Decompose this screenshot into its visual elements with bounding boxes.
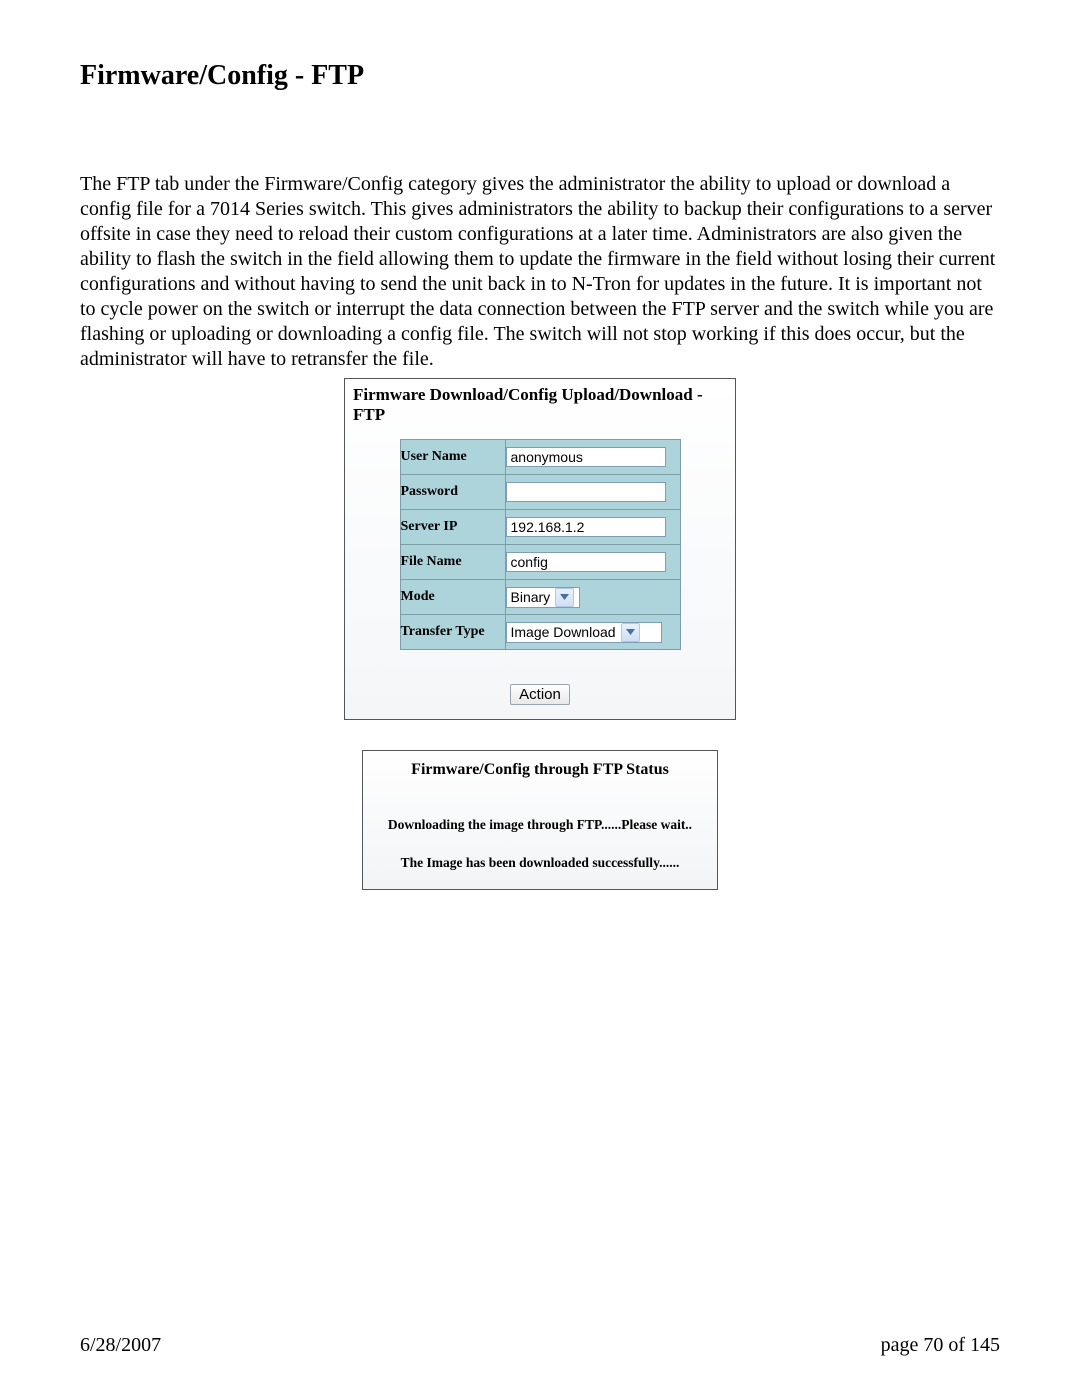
transfer-dropdown[interactable]: Image Download <box>506 622 662 643</box>
ftp-form-panel: Firmware Download/Config Upload/Download… <box>344 378 736 720</box>
footer-page: page 70 of 145 <box>881 1334 1000 1357</box>
action-button[interactable]: Action <box>510 684 570 705</box>
mode-dropdown[interactable]: Binary <box>506 587 580 608</box>
label-username: User Name <box>400 440 505 475</box>
status-panel: Firmware/Config through FTP Status Downl… <box>362 750 718 890</box>
status-title: Firmware/Config through FTP Status <box>369 761 711 779</box>
label-transfer: Transfer Type <box>400 615 505 650</box>
chevron-down-icon <box>555 588 574 607</box>
password-input[interactable] <box>506 482 666 502</box>
label-serverip: Server IP <box>400 510 505 545</box>
chevron-down-icon <box>621 623 640 642</box>
transfer-value: Image Download <box>507 624 620 640</box>
label-filename: File Name <box>400 545 505 580</box>
username-input[interactable] <box>506 447 666 467</box>
label-mode: Mode <box>400 580 505 615</box>
serverip-input[interactable] <box>506 517 666 537</box>
label-password: Password <box>400 475 505 510</box>
form-table: User Name Password Server IP File Name <box>400 439 681 650</box>
status-line-1: Downloading the image through FTP......P… <box>369 817 711 833</box>
panel-title: Firmware Download/Config Upload/Download… <box>351 383 729 439</box>
page-footer: 6/28/2007 page 70 of 145 <box>80 1334 1000 1357</box>
footer-date: 6/28/2007 <box>80 1334 161 1357</box>
page-title: Firmware/Config - FTP <box>80 60 1000 92</box>
mode-value: Binary <box>507 589 555 605</box>
status-line-2: The Image has been downloaded successful… <box>369 855 711 871</box>
body-paragraph: The FTP tab under the Firmware/Config ca… <box>80 172 1000 372</box>
filename-input[interactable] <box>506 552 666 572</box>
